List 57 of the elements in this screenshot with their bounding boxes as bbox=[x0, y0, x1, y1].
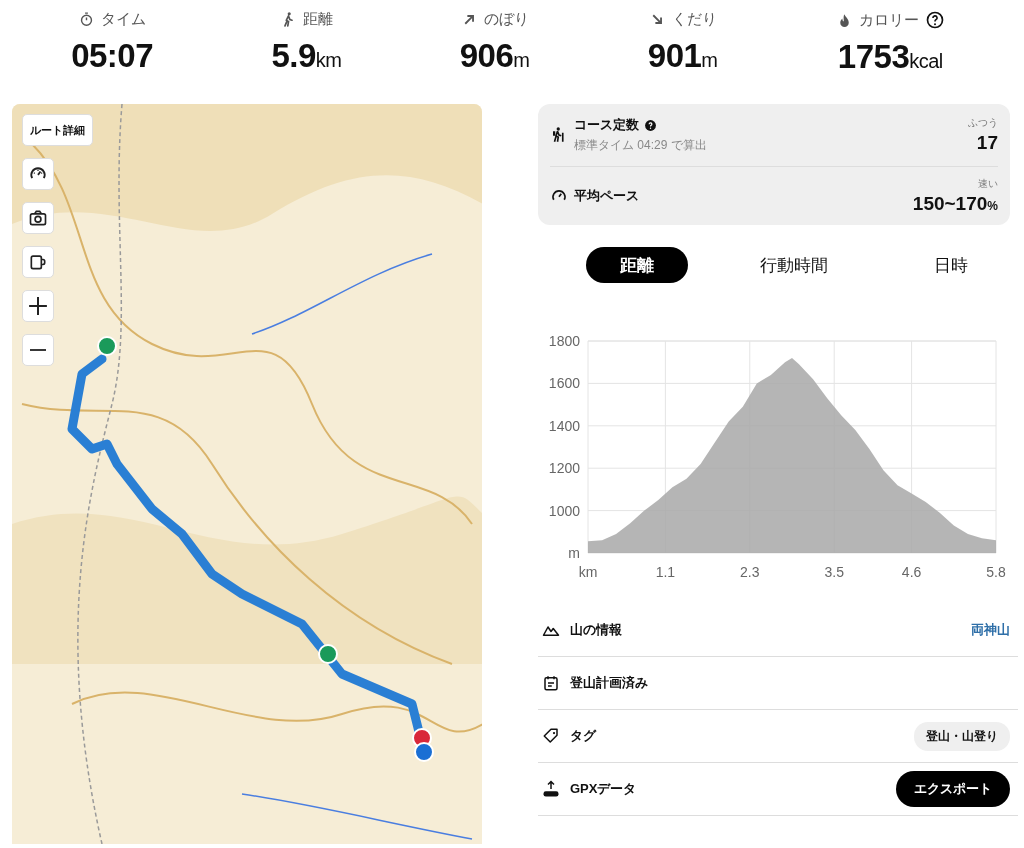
x-tick-label: 2.3 bbox=[740, 564, 760, 580]
route-detail-button[interactable]: ルート詳細 bbox=[22, 114, 93, 146]
y-tick-label: 1400 bbox=[548, 417, 580, 434]
stat-unit: m bbox=[513, 49, 530, 72]
card-unit: % bbox=[987, 199, 998, 213]
row-label: 登山計画済み bbox=[570, 674, 649, 692]
stat-value: 901 bbox=[647, 37, 702, 75]
zoom-in-button[interactable] bbox=[22, 290, 54, 322]
speed-button[interactable] bbox=[22, 158, 54, 190]
stat-label: タイム bbox=[101, 10, 147, 29]
zoom-in-icon bbox=[28, 296, 48, 316]
row-label: GPXデータ bbox=[570, 780, 638, 798]
card-subtext: 標準タイム 04:29 で算出 bbox=[574, 137, 708, 154]
x-tick-label: 4.6 bbox=[901, 564, 922, 580]
y-tick-label: 1600 bbox=[548, 375, 580, 392]
tag-chip[interactable]: 登山・山登り bbox=[914, 721, 1010, 751]
export-button[interactable]: エクスポート bbox=[896, 771, 1010, 807]
stat-value: 05:07 bbox=[71, 37, 154, 75]
chart-tab[interactable]: 距離 bbox=[586, 247, 688, 283]
card-value: 17 bbox=[976, 132, 998, 154]
x-tick-label: 1.1 bbox=[655, 564, 676, 580]
tag-icon bbox=[542, 727, 560, 745]
camera-icon bbox=[28, 208, 48, 228]
stat-value: 906 bbox=[459, 37, 514, 75]
y-tick-label: 1000 bbox=[548, 502, 580, 519]
x-tick-label: km bbox=[578, 564, 598, 580]
x-tick-label: 5.8 bbox=[986, 564, 1006, 580]
mug-icon bbox=[28, 252, 48, 272]
stat-unit: kcal bbox=[909, 50, 943, 73]
stat-value: 5.9 bbox=[271, 37, 316, 75]
card-label: コース定数 bbox=[574, 116, 639, 134]
zoom-out-button[interactable] bbox=[22, 334, 54, 366]
y-tick-label: m bbox=[568, 545, 580, 561]
mug-button[interactable] bbox=[22, 246, 54, 278]
upload-icon bbox=[542, 780, 560, 798]
rating-label: ふつう bbox=[968, 116, 998, 130]
card-value: 150~170 bbox=[912, 193, 988, 215]
chart-tab[interactable]: 日時 bbox=[900, 247, 1002, 283]
row-label: タグ bbox=[570, 727, 598, 745]
stat-label: カロリー bbox=[858, 10, 919, 30]
calendar-icon bbox=[542, 674, 560, 692]
stat-unit: km bbox=[315, 49, 342, 72]
chart-tab[interactable]: 行動時間 bbox=[726, 247, 862, 283]
rating-label: 速い bbox=[978, 177, 998, 191]
y-tick-label: 1800 bbox=[548, 333, 580, 349]
zoom-out-icon bbox=[28, 348, 48, 352]
stat-label: くだり bbox=[671, 10, 717, 29]
x-tick-label: 3.5 bbox=[824, 564, 844, 580]
card-label: 平均ペース bbox=[574, 187, 639, 205]
stat-unit: m bbox=[701, 49, 718, 72]
camera-button[interactable] bbox=[22, 202, 54, 234]
stat-value: 1753 bbox=[837, 38, 910, 76]
stat-label: のぼり bbox=[483, 10, 529, 29]
row-label: 山の情報 bbox=[570, 621, 623, 639]
y-tick-label: 1200 bbox=[548, 460, 580, 477]
mountain-link[interactable]: 両神山 bbox=[971, 621, 1010, 639]
stat-label: 距離 bbox=[302, 10, 333, 29]
